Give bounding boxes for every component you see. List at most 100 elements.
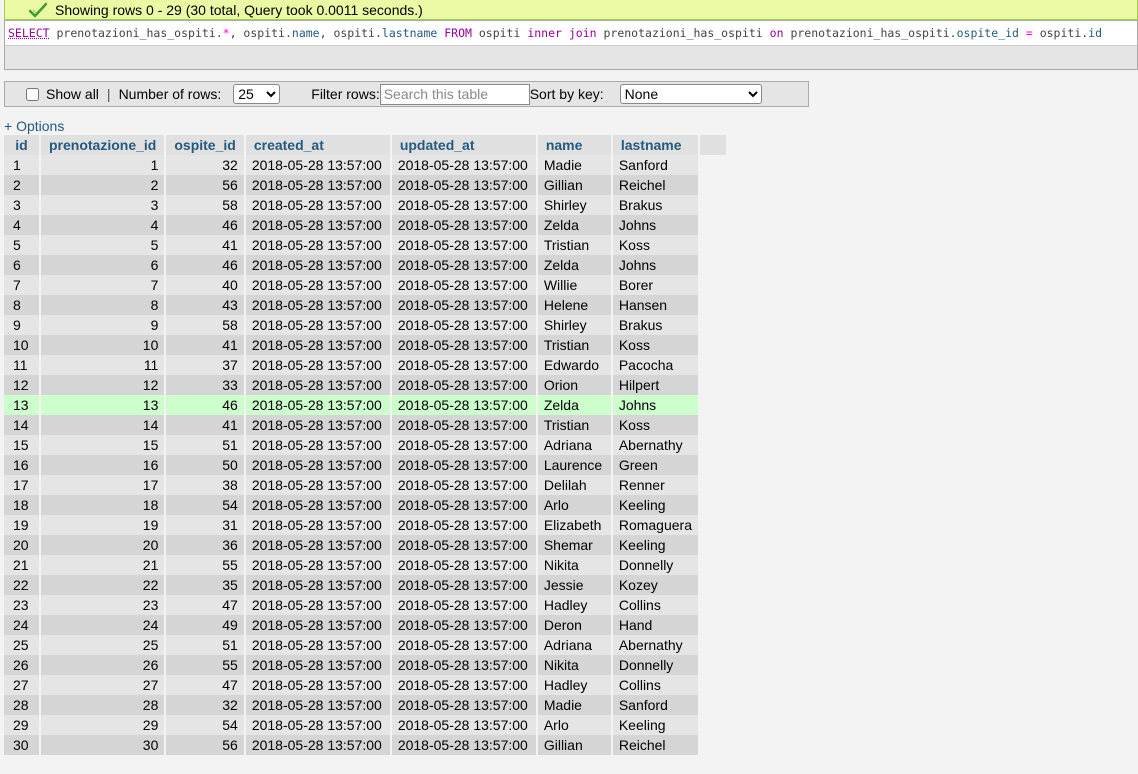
table-row[interactable]: 25 25 51 2018-05-28 13:57:00 2018-05-28 13:5… xyxy=(4,635,726,655)
cell-id[interactable]: 14 xyxy=(4,415,39,435)
filter-rows-input[interactable] xyxy=(379,83,530,105)
cell-created-at[interactable]: 2018-05-28 13:57:00 xyxy=(245,175,390,195)
cell-created-at[interactable]: 2018-05-28 13:57:00 xyxy=(245,715,390,735)
cell-lastname[interactable]: Abernathy xyxy=(612,435,698,455)
cell-created-at[interactable]: 2018-05-28 13:57:00 xyxy=(245,515,390,535)
cell-updated-at[interactable]: 2018-05-28 13:57:00 xyxy=(391,295,536,315)
cell-prenotazione-id[interactable]: 14 xyxy=(41,415,165,435)
cell-created-at[interactable]: 2018-05-28 13:57:00 xyxy=(245,355,390,375)
cell-updated-at[interactable]: 2018-05-28 13:57:00 xyxy=(391,455,536,475)
cell-prenotazione-id[interactable]: 30 xyxy=(41,735,165,755)
cell-id[interactable]: 18 xyxy=(4,495,39,515)
table-row[interactable]: 10 10 41 2018-05-28 13:57:00 2018-05-28 13:5… xyxy=(4,335,726,355)
cell-id[interactable]: 27 xyxy=(4,675,39,695)
table-row[interactable]: 19 19 31 2018-05-28 13:57:00 2018-05-28 13:5… xyxy=(4,515,726,535)
cell-id[interactable]: 6 xyxy=(4,255,39,275)
cell-prenotazione-id[interactable]: 4 xyxy=(41,215,165,235)
cell-ospite-id[interactable]: 56 xyxy=(166,175,244,195)
cell-updated-at[interactable]: 2018-05-28 13:57:00 xyxy=(391,375,536,395)
cell-updated-at[interactable]: 2018-05-28 13:57:00 xyxy=(391,215,536,235)
cell-ospite-id[interactable]: 40 xyxy=(166,275,244,295)
cell-lastname[interactable]: Renner xyxy=(612,475,698,495)
cell-updated-at[interactable]: 2018-05-28 13:57:00 xyxy=(391,595,536,615)
cell-lastname[interactable]: Collins xyxy=(612,595,698,615)
cell-ospite-id[interactable]: 58 xyxy=(166,315,244,335)
cell-updated-at[interactable]: 2018-05-28 13:57:00 xyxy=(391,575,536,595)
cell-updated-at[interactable]: 2018-05-28 13:57:00 xyxy=(391,655,536,675)
table-row[interactable]: 13 13 46 2018-05-28 13:57:00 2018-05-28 13:5… xyxy=(4,395,726,415)
cell-updated-at[interactable]: 2018-05-28 13:57:00 xyxy=(391,415,536,435)
cell-prenotazione-id[interactable]: 16 xyxy=(41,455,165,475)
cell-lastname[interactable]: Reichel xyxy=(612,175,698,195)
cell-name[interactable]: Elizabeth xyxy=(537,515,611,535)
cell-name[interactable]: Jessie xyxy=(537,575,611,595)
cell-prenotazione-id[interactable]: 27 xyxy=(41,675,165,695)
cell-ospite-id[interactable]: 49 xyxy=(166,615,244,635)
cell-lastname[interactable]: Johns xyxy=(612,215,698,235)
cell-created-at[interactable]: 2018-05-28 13:57:00 xyxy=(245,455,390,475)
cell-created-at[interactable]: 2018-05-28 13:57:00 xyxy=(245,335,390,355)
cell-updated-at[interactable]: 2018-05-28 13:57:00 xyxy=(391,675,536,695)
cell-created-at[interactable]: 2018-05-28 13:57:00 xyxy=(245,215,390,235)
cell-prenotazione-id[interactable]: 8 xyxy=(41,295,165,315)
cell-name[interactable]: Tristian xyxy=(537,415,611,435)
column-header-created-at[interactable]: created_at xyxy=(245,135,390,155)
cell-ospite-id[interactable]: 47 xyxy=(166,595,244,615)
cell-updated-at[interactable]: 2018-05-28 13:57:00 xyxy=(391,235,536,255)
cell-id[interactable]: 4 xyxy=(4,215,39,235)
cell-id[interactable]: 5 xyxy=(4,235,39,255)
cell-name[interactable]: Gillian xyxy=(537,175,611,195)
table-row[interactable]: 14 14 41 2018-05-28 13:57:00 2018-05-28 13:5… xyxy=(4,415,726,435)
cell-name[interactable]: Deron xyxy=(537,615,611,635)
cell-prenotazione-id[interactable]: 28 xyxy=(41,695,165,715)
cell-id[interactable]: 3 xyxy=(4,195,39,215)
cell-name[interactable]: Zelda xyxy=(537,215,611,235)
cell-prenotazione-id[interactable]: 25 xyxy=(41,635,165,655)
cell-created-at[interactable]: 2018-05-28 13:57:00 xyxy=(245,255,390,275)
cell-name[interactable]: Helene xyxy=(537,295,611,315)
cell-name[interactable]: Hadley xyxy=(537,675,611,695)
cell-prenotazione-id[interactable]: 1 xyxy=(41,155,165,175)
cell-ospite-id[interactable]: 55 xyxy=(166,555,244,575)
cell-ospite-id[interactable]: 33 xyxy=(166,375,244,395)
cell-name[interactable]: Shirley xyxy=(537,315,611,335)
cell-id[interactable]: 1 xyxy=(4,155,39,175)
cell-name[interactable]: Laurence xyxy=(537,455,611,475)
table-row[interactable]: 4 4 46 2018-05-28 13:57:00 2018-05-28 13:57:… xyxy=(4,215,726,235)
table-row[interactable]: 9 9 58 2018-05-28 13:57:00 2018-05-28 13:57:… xyxy=(4,315,726,335)
cell-created-at[interactable]: 2018-05-28 13:57:00 xyxy=(245,195,390,215)
cell-lastname[interactable]: Koss xyxy=(612,335,698,355)
cell-id[interactable]: 13 xyxy=(4,395,39,415)
table-row[interactable]: 8 8 43 2018-05-28 13:57:00 2018-05-28 13:57:… xyxy=(4,295,726,315)
cell-updated-at[interactable]: 2018-05-28 13:57:00 xyxy=(391,275,536,295)
cell-created-at[interactable]: 2018-05-28 13:57:00 xyxy=(245,295,390,315)
cell-ospite-id[interactable]: 51 xyxy=(166,635,244,655)
cell-id[interactable]: 2 xyxy=(4,175,39,195)
cell-id[interactable]: 19 xyxy=(4,515,39,535)
cell-lastname[interactable]: Hansen xyxy=(612,295,698,315)
table-row[interactable]: 16 16 50 2018-05-28 13:57:00 2018-05-28 13:5… xyxy=(4,455,726,475)
cell-ospite-id[interactable]: 56 xyxy=(166,735,244,755)
table-row[interactable]: 22 22 35 2018-05-28 13:57:00 2018-05-28 13:5… xyxy=(4,575,726,595)
cell-lastname[interactable]: Sanford xyxy=(612,695,698,715)
table-row[interactable]: 27 27 47 2018-05-28 13:57:00 2018-05-28 13:5… xyxy=(4,675,726,695)
rows-count-select[interactable]: 25 xyxy=(233,84,281,104)
cell-ospite-id[interactable]: 38 xyxy=(166,475,244,495)
cell-prenotazione-id[interactable]: 15 xyxy=(41,435,165,455)
cell-prenotazione-id[interactable]: 20 xyxy=(41,535,165,555)
cell-updated-at[interactable]: 2018-05-28 13:57:00 xyxy=(391,315,536,335)
column-header-ospite-id[interactable]: ospite_id xyxy=(166,135,244,155)
cell-ospite-id[interactable]: 46 xyxy=(166,395,244,415)
table-row[interactable]: 23 23 47 2018-05-28 13:57:00 2018-05-28 13:5… xyxy=(4,595,726,615)
sort-by-key-select[interactable]: None xyxy=(619,84,762,104)
table-row[interactable]: 28 28 32 2018-05-28 13:57:00 2018-05-28 13:5… xyxy=(4,695,726,715)
options-link[interactable]: + Options xyxy=(4,118,64,134)
table-row[interactable]: 17 17 38 2018-05-28 13:57:00 2018-05-28 13:5… xyxy=(4,475,726,495)
cell-created-at[interactable]: 2018-05-28 13:57:00 xyxy=(245,655,390,675)
cell-name[interactable]: Hadley xyxy=(537,595,611,615)
cell-name[interactable]: Nikita xyxy=(537,555,611,575)
cell-updated-at[interactable]: 2018-05-28 13:57:00 xyxy=(391,635,536,655)
cell-lastname[interactable]: Reichel xyxy=(612,735,698,755)
cell-created-at[interactable]: 2018-05-28 13:57:00 xyxy=(245,675,390,695)
cell-id[interactable]: 25 xyxy=(4,635,39,655)
